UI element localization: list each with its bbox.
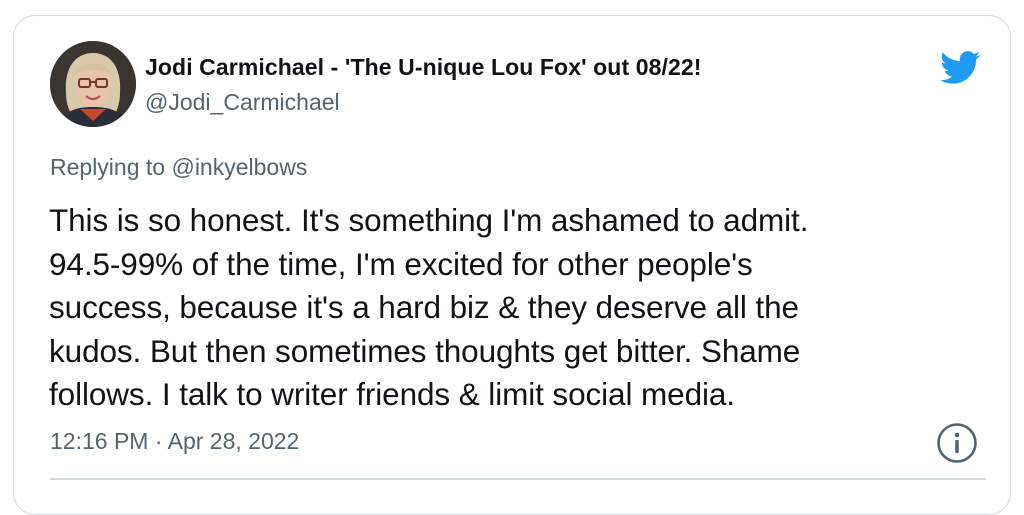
avatar[interactable] (50, 41, 136, 127)
replying-prefix: Replying to (50, 154, 166, 180)
tweet-text-line: 94.5-99% of the time, I'm excited for ot… (49, 245, 753, 282)
tweet-text-line: kudos. But then sometimes thoughts get b… (49, 332, 801, 369)
tweet-card: Jodi Carmichael - 'The U-nique Lou Fox' … (13, 15, 1011, 515)
profile-photo (50, 41, 136, 127)
author-display-name[interactable]: Jodi Carmichael - 'The U-nique Lou Fox' … (145, 54, 702, 81)
tweet-timestamp-link[interactable]: 12:16 PM · Apr 28, 2022 (50, 428, 299, 455)
tweet-text: This is so honest. It's something I'm as… (49, 199, 949, 417)
tweet-text-line: This is so honest. It's something I'm as… (49, 202, 809, 238)
tweet-text-line: follows. I talk to writer friends & limi… (49, 376, 735, 413)
replying-to: Replying to @inkyelbows (50, 154, 307, 181)
twitter-bird-icon[interactable] (940, 51, 981, 85)
divider (50, 478, 986, 480)
author-handle[interactable]: @Jodi_Carmichael (145, 89, 340, 116)
replying-to-mention-link[interactable]: @inkyelbows (171, 154, 307, 180)
tweet-text-line: success, because it's a hard biz & they … (49, 289, 799, 326)
info-icon[interactable] (936, 422, 978, 464)
